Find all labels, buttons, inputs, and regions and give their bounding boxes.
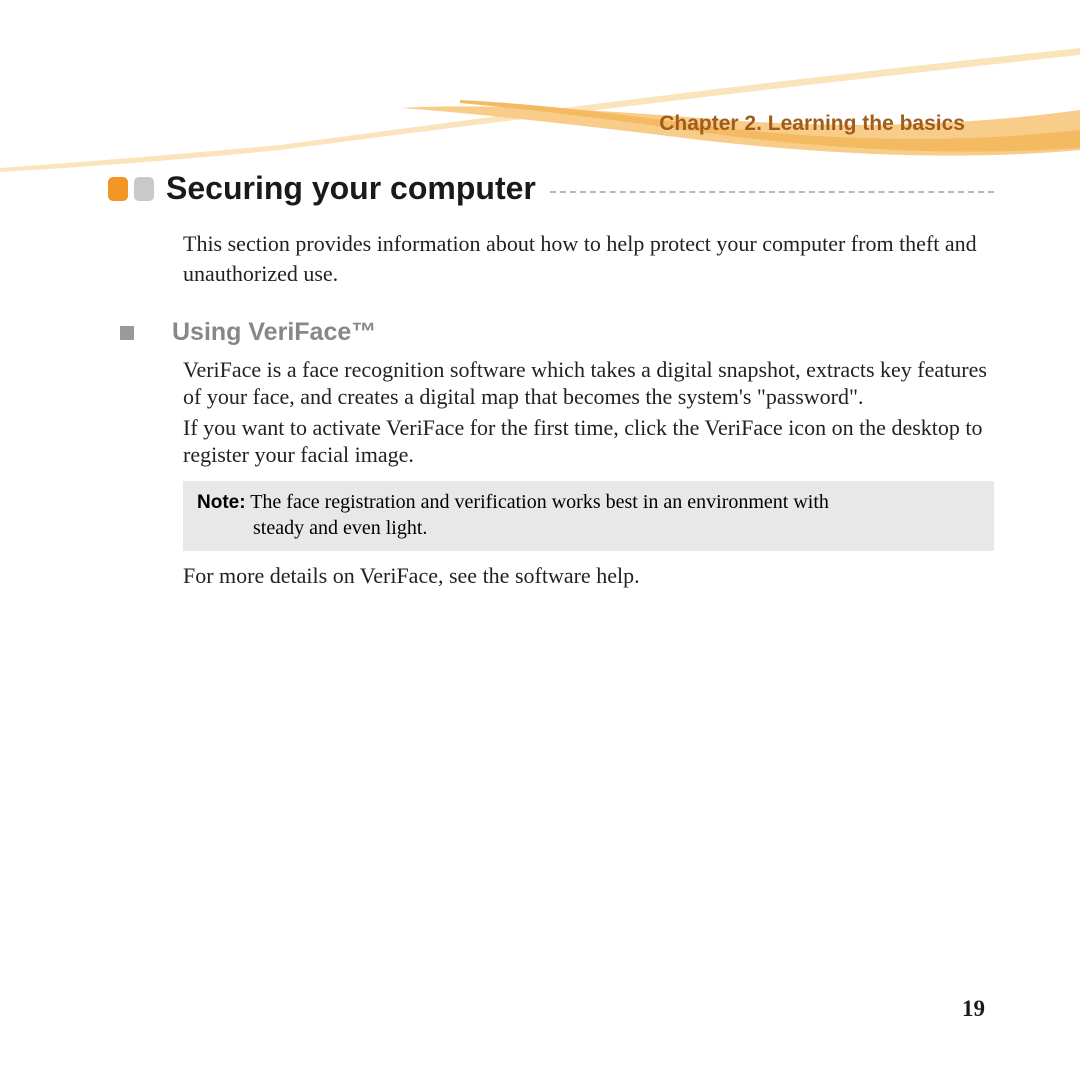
subsection-para-2: If you want to activate VeriFace for the… [183,415,994,469]
subsection-para-1: VeriFace is a face recognition software … [183,357,994,411]
page-number: 19 [962,996,985,1022]
main-heading-row: Securing your computer [108,170,994,207]
note-label: Note: [197,492,246,513]
main-heading: Securing your computer [166,170,536,207]
sub-heading-row: Using VeriFace™ [120,318,994,347]
heading-dash-line [550,191,994,193]
sub-bullet-icon [120,326,134,340]
note-text-line-1: The face registration and verification w… [250,491,829,513]
intro-paragraph: This section provides information about … [183,229,994,288]
chapter-title: Chapter 2. Learning the basics [659,112,965,136]
subsection-para-3: For more details on VeriFace, see the so… [183,563,994,590]
heading-bullets [108,177,154,201]
header-decoration [0,0,1080,175]
sub-heading: Using VeriFace™ [172,318,376,347]
bullet-gray-icon [134,177,154,201]
note-text-line-2: steady and even light. [253,515,980,541]
page-content: Securing your computer This section prov… [108,170,994,594]
bullet-orange-icon [108,177,128,201]
note-box: Note: The face registration and verifica… [183,481,994,552]
